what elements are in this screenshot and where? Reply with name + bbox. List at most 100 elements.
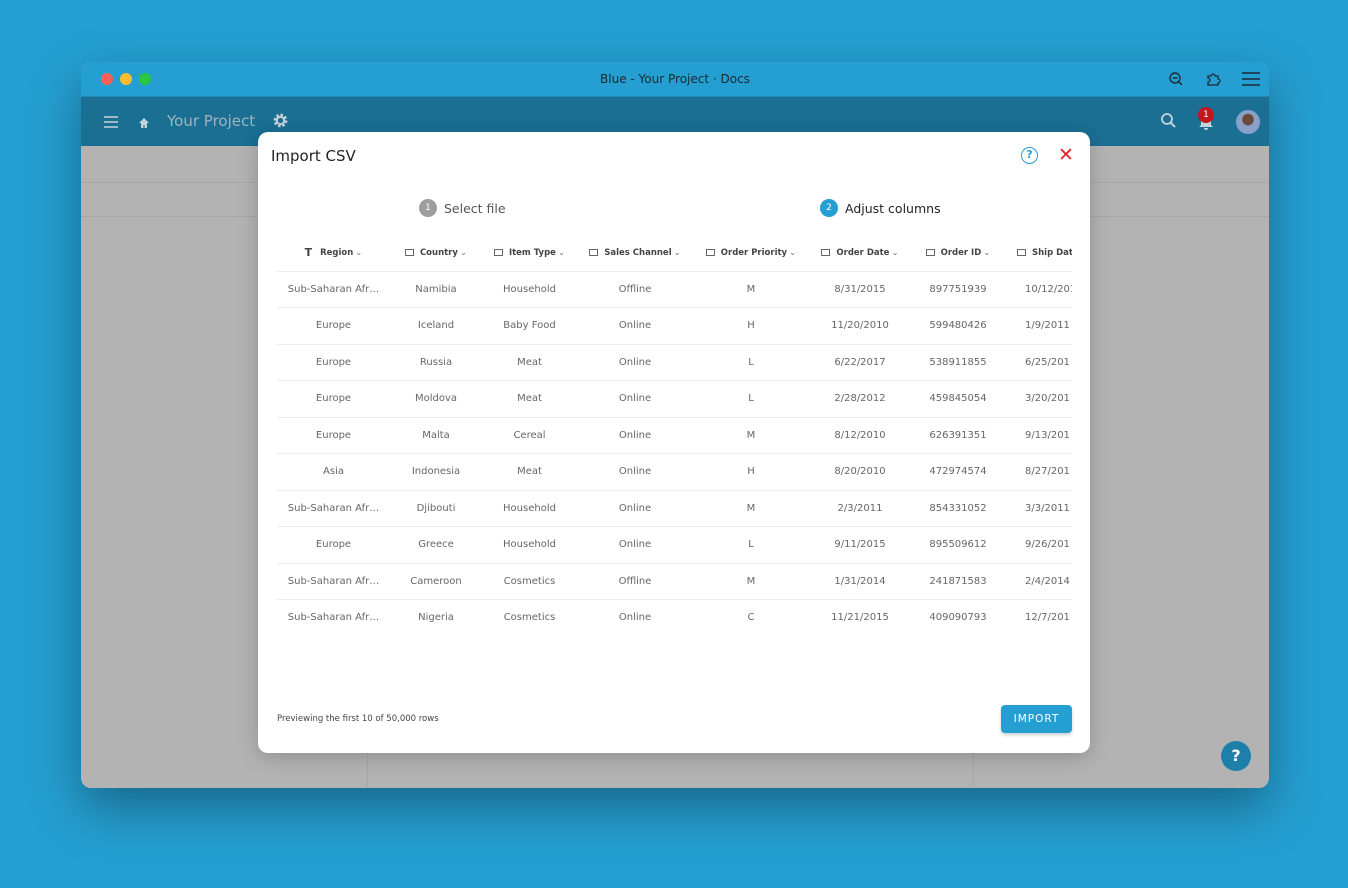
home-icon[interactable] [138, 114, 150, 133]
table-cell: 1/9/2011 [1005, 307, 1072, 345]
table-cell: Online [577, 417, 693, 454]
chevron-down-icon[interactable]: ⌄ [558, 248, 565, 258]
column-label: Item Type [508, 247, 556, 258]
table-cell: Europe [277, 307, 390, 345]
table-cell: Meat [482, 344, 577, 381]
column-header[interactable]: Country ⌄ [390, 235, 482, 272]
chevron-down-icon[interactable]: ⌄ [983, 248, 990, 258]
chevron-down-icon[interactable]: ⌄ [891, 248, 898, 258]
table-cell: Online [577, 490, 693, 527]
table-cell: Asia [277, 453, 390, 491]
table-cell: Cosmetics [482, 563, 577, 600]
table-cell: C [693, 599, 809, 635]
table-cell: 409090793 [911, 599, 1005, 635]
field-icon [1017, 248, 1026, 256]
table-cell: Nigeria [390, 599, 482, 635]
table-cell: Online [577, 307, 693, 345]
table-cell: 10/12/201 [1005, 271, 1072, 308]
table-cell: Online [577, 453, 693, 491]
table-cell: 9/13/201 [1005, 417, 1072, 454]
user-avatar[interactable] [1236, 110, 1260, 134]
step-number: 1 [419, 199, 437, 217]
field-icon [404, 248, 414, 256]
table-cell: Sub-Saharan Afr… [277, 490, 390, 527]
table-row: Asia Indonesia Meat Online H 8/20/2010 4729745… [277, 453, 1072, 491]
close-icon[interactable]: ✕ [1058, 144, 1074, 166]
chevron-down-icon[interactable]: ⌄ [674, 248, 681, 258]
search-icon[interactable] [1160, 112, 1177, 133]
column-header[interactable]: Order Date ⌄ [809, 235, 911, 272]
preview-table: T Region ⌄ Country ⌄ Item Type ⌄ Sales Channel ⌄… [277, 235, 1072, 635]
hamburger-icon[interactable] [103, 114, 119, 133]
column-header[interactable]: Order ID ⌄ [911, 235, 1005, 272]
chevron-down-icon[interactable]: ⌄ [355, 248, 362, 258]
notification-badge: 1 [1198, 107, 1214, 123]
table-cell: M [693, 490, 809, 527]
column-label: Order Priority [720, 247, 788, 258]
column-label: Sales Channel [604, 247, 672, 258]
step-number: 2 [820, 199, 838, 217]
table-cell: 1/31/2014 [809, 563, 911, 600]
chevron-down-icon[interactable]: ⌄ [460, 248, 467, 258]
step-select-file[interactable]: 1 Select file [419, 199, 506, 217]
column-header[interactable]: Sales Channel ⌄ [577, 235, 693, 272]
table-cell: 8/20/2010 [809, 453, 911, 491]
field-icon [705, 248, 715, 256]
table-cell: Cameroon [390, 563, 482, 600]
table-cell: Online [577, 380, 693, 418]
help-fab-button[interactable]: ? [1221, 741, 1251, 771]
field-icon [589, 248, 599, 256]
table-cell: 538911855 [911, 344, 1005, 381]
import-button[interactable]: IMPORT [1001, 705, 1072, 733]
field-icon [925, 248, 935, 256]
column-header[interactable]: T Region ⌄ [277, 235, 390, 272]
table-cell: 241871583 [911, 563, 1005, 600]
menu-icon[interactable] [1241, 71, 1261, 89]
table-cell: Offline [577, 563, 693, 600]
import-csv-dialog: Import CSV ? ✕ 1 Select file 2 Adjust co… [258, 132, 1090, 753]
table-cell: Meat [482, 453, 577, 491]
text-type-icon: T [304, 245, 313, 259]
table-cell: Europe [277, 380, 390, 418]
table-cell: 472974574 [911, 453, 1005, 491]
table-cell: H [693, 453, 809, 491]
table-row: Sub-Saharan Afr… Namibia Household Offline M… [277, 271, 1072, 308]
chevron-down-icon[interactable]: ⌄ [789, 248, 796, 258]
column-label: Order ID [940, 247, 982, 258]
project-title[interactable]: Your Project [167, 112, 255, 130]
table-cell: 9/11/2015 [809, 526, 911, 564]
table-cell: 897751939 [911, 271, 1005, 308]
table-row: Europe Moldova Meat Online L 2/28/2012 4598450… [277, 380, 1072, 418]
table-cell: 11/20/2010 [809, 307, 911, 345]
table-cell: Malta [390, 417, 482, 454]
column-header[interactable]: Ship Dat [1005, 235, 1072, 272]
step-label: Adjust columns [845, 200, 941, 216]
table-cell: 895509612 [911, 526, 1005, 564]
table-cell: Sub-Saharan Afr… [277, 599, 390, 635]
table-cell: M [693, 417, 809, 454]
table-cell: 2/28/2012 [809, 380, 911, 418]
extensions-icon[interactable] [1204, 71, 1222, 89]
table-row: Europe Greece Household Online L 9/11/2015 895… [277, 526, 1072, 564]
table-cell: Household [482, 490, 577, 527]
table-cell: Sub-Saharan Afr… [277, 271, 390, 308]
title-bar: Blue - Your Project · Docs [81, 62, 1269, 97]
table-cell: Household [482, 271, 577, 308]
column-header[interactable]: Order Priority ⌄ [693, 235, 809, 272]
help-icon[interactable]: ? [1021, 147, 1038, 164]
table-cell: L [693, 344, 809, 381]
table-cell: Online [577, 344, 693, 381]
table-cell: Europe [277, 344, 390, 381]
settings-gear-icon[interactable] [272, 112, 289, 133]
table-cell: Europe [277, 526, 390, 564]
table-cell: 459845054 [911, 380, 1005, 418]
window-title: Blue - Your Project · Docs [600, 72, 750, 86]
column-header[interactable]: Item Type ⌄ [482, 235, 577, 272]
table-cell: Cosmetics [482, 599, 577, 635]
step-label: Select file [444, 200, 506, 216]
zoom-out-icon[interactable] [1167, 71, 1185, 89]
step-adjust-columns[interactable]: 2 Adjust columns [820, 199, 941, 217]
table-cell: Moldova [390, 380, 482, 418]
table-cell: 599480426 [911, 307, 1005, 345]
table-cell: 12/7/201 [1005, 599, 1072, 635]
